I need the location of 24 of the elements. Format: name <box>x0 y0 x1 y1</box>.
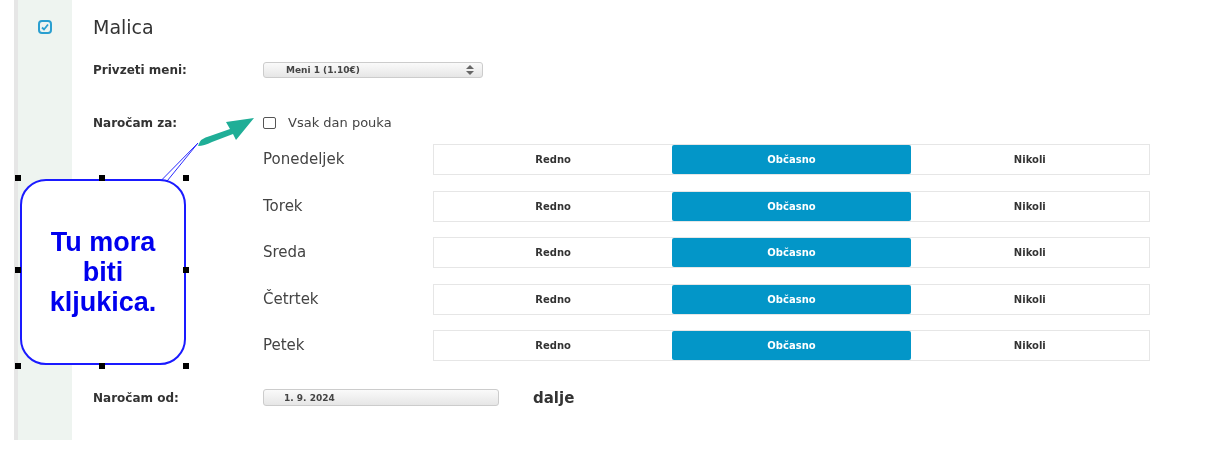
day-label: Petek <box>263 335 306 356</box>
menu-select[interactable]: Meni 1 (1.10€) <box>263 62 483 78</box>
callout-text: Tu mora biti kljukica. <box>48 227 158 317</box>
resize-handle[interactable] <box>15 175 21 181</box>
suffix-text: dalje <box>533 388 575 407</box>
resize-handle[interactable] <box>183 363 189 369</box>
date-field[interactable]: 1. 9. 2024 <box>263 389 499 406</box>
day-label: Torek <box>263 195 304 217</box>
resize-handle[interactable] <box>15 363 21 369</box>
resize-handle[interactable] <box>99 175 105 181</box>
resize-handle[interactable] <box>15 267 21 273</box>
day-label: Sreda <box>263 242 308 263</box>
day-label: Četrtek <box>263 288 320 310</box>
section-title: Malica <box>93 16 155 40</box>
day-label: Ponedeljek <box>263 149 346 170</box>
checkbox[interactable] <box>263 116 276 129</box>
field-label: Naročam od: <box>93 390 180 405</box>
resize-handle[interactable] <box>183 175 189 181</box>
field-label: Naročam za: <box>93 115 179 130</box>
resize-handle[interactable] <box>183 267 189 273</box>
resize-handle[interactable] <box>99 363 105 369</box>
field-label: Privzeti meni: <box>93 63 188 77</box>
checkbox-label: Vsak dan pouka <box>288 115 392 130</box>
sort-caret-icon <box>466 65 474 75</box>
